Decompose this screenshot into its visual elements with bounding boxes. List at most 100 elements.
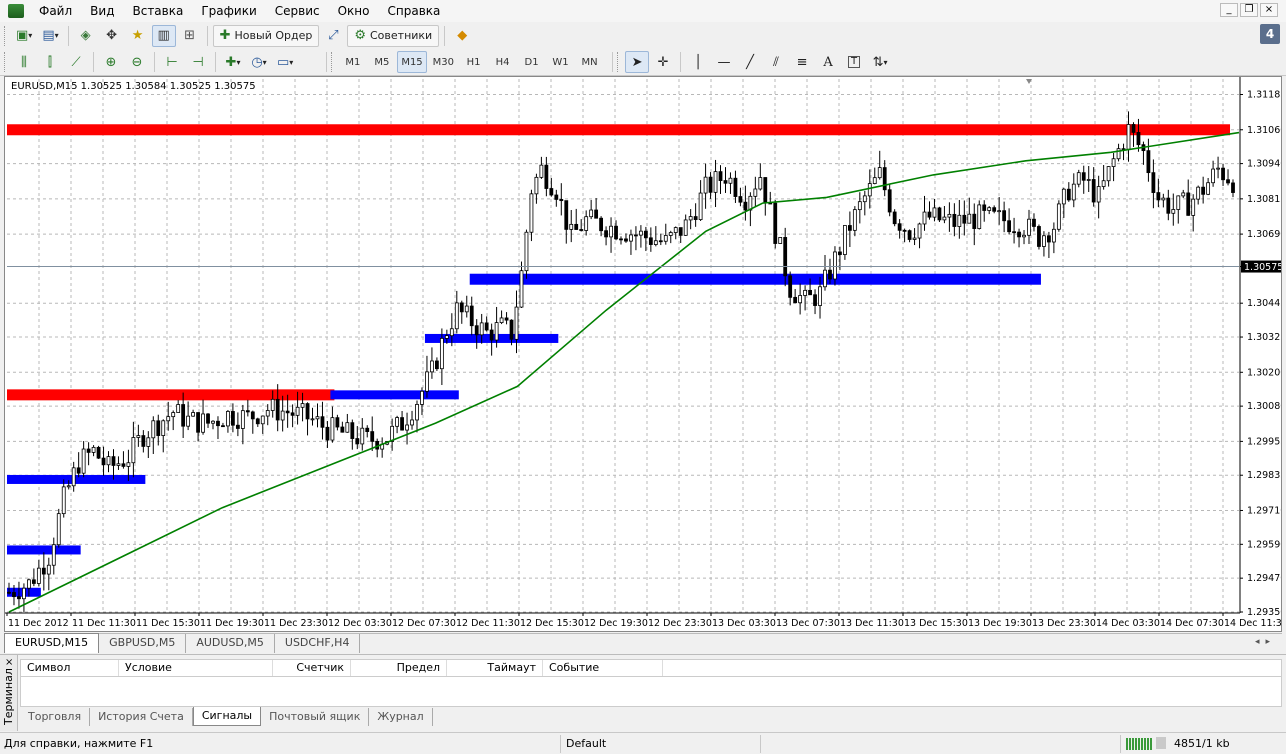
label-tool[interactable]: T (842, 51, 866, 73)
text-tool[interactable]: A (816, 51, 840, 73)
menu-view[interactable]: Вид (81, 0, 123, 22)
menu-insert[interactable]: Вставка (123, 0, 192, 22)
col-timeout[interactable]: Таймаут (447, 660, 543, 676)
zoom-out-button[interactable]: ⊖ (125, 51, 149, 73)
tab-journal[interactable]: Журнал (369, 708, 433, 726)
candle-bull (295, 406, 300, 416)
terminal-button[interactable]: ▥ (151, 24, 176, 47)
terminal-sidebar: × Терминал (0, 655, 18, 731)
clock-icon: ◷ (251, 54, 263, 70)
tab-scroll-arrows[interactable]: ◂▸ (1255, 637, 1276, 647)
timeframe-w1[interactable]: W1 (547, 51, 574, 73)
chart-window[interactable]: 11 Dec 2012 11 Dec 11:30 11 Dec 15:30 11 De… (4, 76, 1282, 632)
indicators-button[interactable]: ✚ ▾ (221, 51, 245, 73)
status-traffic: 4851/1 kb (1174, 737, 1230, 750)
candle-bull (161, 420, 166, 436)
toolbar-grip[interactable] (4, 52, 8, 72)
chart-tab-audusd[interactable]: AUDUSD,M5 (186, 634, 275, 653)
chart-tab-gbpusd[interactable]: GBPUSD,M5 (99, 634, 187, 653)
channel-tool[interactable]: ⫽ (764, 51, 788, 73)
col-condition[interactable]: Условие (119, 660, 273, 676)
zoom-in-button[interactable]: ⊕ (99, 51, 123, 73)
menu-charts[interactable]: Графики (192, 0, 265, 22)
templates-button[interactable]: ▭ ▾ (273, 51, 297, 73)
col-counter[interactable]: Счетчик (273, 660, 351, 676)
horizontal-line-tool[interactable]: — (712, 51, 736, 73)
metaeditor-button[interactable]: ⤢ (321, 25, 345, 47)
toolbar-grip[interactable] (4, 25, 8, 46)
price-chart[interactable]: 11 Dec 2012 11 Dec 11:30 11 Dec 15:30 11 De… (5, 77, 1281, 631)
candle-bear (340, 426, 345, 433)
candle-bear (544, 164, 549, 189)
candle-bull (330, 417, 335, 441)
tab-account-history[interactable]: История Счета (90, 708, 193, 726)
alerts-table-body[interactable] (20, 677, 1282, 707)
candle-bull (778, 237, 783, 244)
candle-bear (111, 456, 116, 466)
candle-chart-button[interactable]: ⫿ (38, 51, 62, 73)
timeframe-m5[interactable]: M5 (368, 51, 395, 73)
chart-tab-eurusd[interactable]: EURUSD,M15 (4, 633, 100, 653)
navigator-button[interactable]: ★ (126, 25, 150, 47)
bar-chart-button[interactable]: ⫼ (12, 51, 36, 73)
toolbar-grip[interactable] (331, 52, 335, 72)
candle-bear (599, 217, 603, 232)
trendline-tool[interactable]: ╱ (738, 51, 762, 73)
autoscroll-button[interactable]: ⊢ (160, 51, 184, 73)
alert-button[interactable]: ◆ (450, 25, 474, 47)
new-order-button[interactable]: ✚ Новый Ордер (212, 24, 320, 47)
new-chart-button[interactable]: ▣ ▾ (12, 25, 36, 47)
fibonacci-tool[interactable]: ≡ (790, 51, 814, 73)
menu-file[interactable]: Файл (30, 0, 81, 22)
candle-bear (1007, 220, 1011, 233)
y-tick-label: 1.31060 (1247, 125, 1281, 136)
candle-bear (927, 211, 932, 218)
candle-bear (634, 234, 638, 237)
line-chart-button[interactable]: ⟋ (64, 51, 88, 73)
cursor-tool[interactable]: ➤ (625, 51, 650, 73)
candle-bear (1186, 192, 1191, 216)
crosshair-icon: ✛ (657, 54, 669, 70)
toolbar-grip[interactable] (617, 52, 621, 72)
close-icon[interactable]: × (5, 657, 13, 668)
col-symbol[interactable]: Символ (21, 660, 119, 676)
menu-window[interactable]: Окно (329, 0, 379, 22)
timeframe-h4[interactable]: H4 (489, 51, 516, 73)
tester-button[interactable]: ⊞ (178, 25, 202, 47)
col-event[interactable]: Событие (543, 660, 663, 676)
chart-shift-button[interactable]: ⊣ (186, 51, 210, 73)
vertical-line-tool[interactable]: │ (686, 51, 710, 73)
menu-tools[interactable]: Сервис (266, 0, 329, 22)
candle-bull (698, 192, 703, 220)
candle-bear (1146, 150, 1151, 174)
timeframe-mn[interactable]: MN (576, 51, 603, 73)
candle-bear (808, 289, 812, 296)
arrows-tool[interactable]: ⇅ ▾ (868, 51, 892, 73)
tab-signals[interactable]: Сигналы (192, 707, 262, 726)
candle-bear (892, 211, 897, 225)
crosshair-tool[interactable]: ✛ (651, 51, 675, 73)
market-watch-button[interactable]: ◈ (74, 25, 98, 47)
close-button[interactable]: × (1260, 3, 1278, 17)
menu-help[interactable]: Справка (379, 0, 450, 22)
candle-bear (648, 237, 653, 245)
timeframe-m15[interactable]: M15 (397, 51, 427, 73)
tab-mailbox[interactable]: Почтовый ящик (261, 708, 370, 726)
timeframe-h1[interactable]: H1 (460, 51, 487, 73)
minimize-button[interactable]: _ (1220, 3, 1238, 17)
experts-button[interactable]: ⚙ Советники (347, 24, 440, 47)
chart-tab-usdchf[interactable]: USDCHF,H4 (275, 634, 361, 653)
window-count-badge[interactable]: 4 (1260, 24, 1280, 44)
timeframe-m30[interactable]: M30 (429, 51, 458, 73)
tab-trade[interactable]: Торговля (20, 708, 91, 726)
profiles-button[interactable]: ▤ ▾ (38, 25, 62, 47)
data-window-button[interactable]: ✥ (100, 25, 124, 47)
candle-bear (624, 238, 628, 242)
restore-button[interactable]: ❐ (1240, 3, 1258, 17)
col-limit[interactable]: Предел (351, 660, 447, 676)
timeframe-d1[interactable]: D1 (518, 51, 545, 73)
vertical-line-icon: │ (694, 54, 702, 70)
timeframe-m1[interactable]: M1 (339, 51, 366, 73)
candle-bear (1047, 235, 1051, 243)
periods-button[interactable]: ◷ ▾ (247, 51, 271, 73)
